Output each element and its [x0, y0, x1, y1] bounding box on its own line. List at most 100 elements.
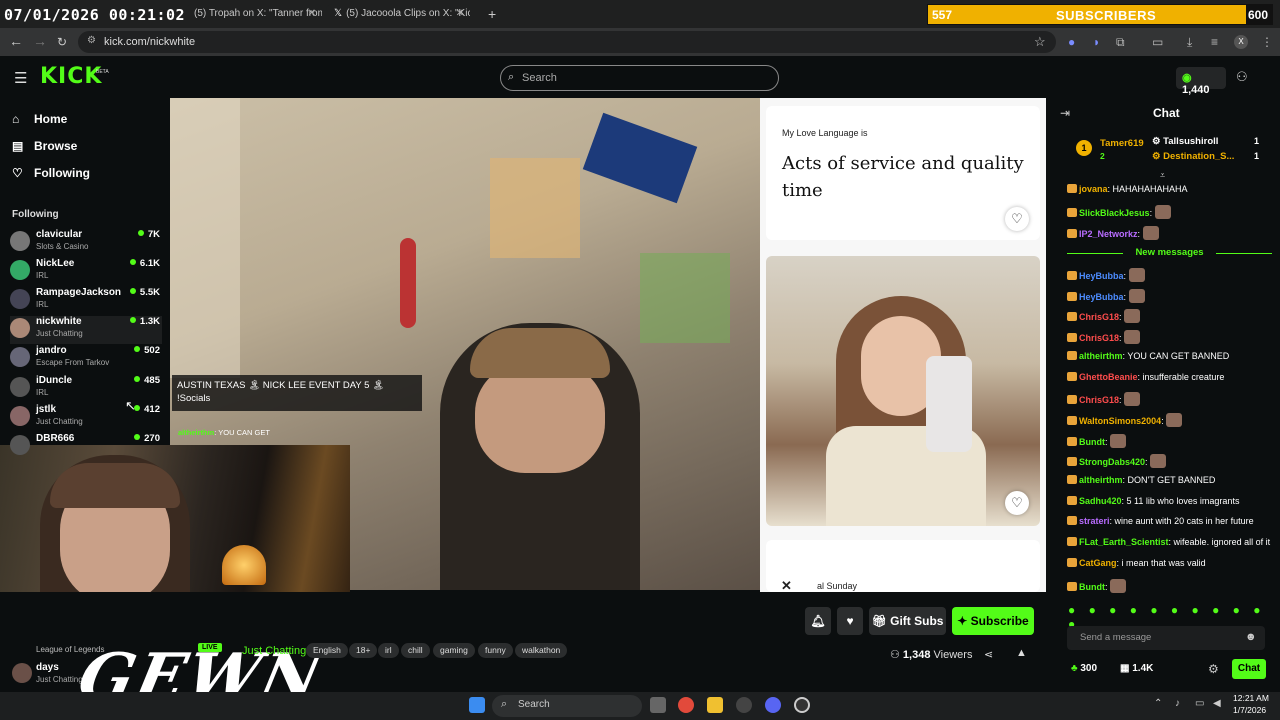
following-channel[interactable]: iDuncle IRL 485	[10, 375, 162, 403]
chat-message[interactable]: WaltonSimons2004:	[1067, 412, 1272, 427]
media-icon[interactable]: ≡	[1211, 35, 1218, 49]
stream-tag[interactable]: funny	[478, 643, 513, 658]
task-view-icon[interactable]	[650, 697, 666, 713]
new-messages-divider[interactable]: New messages	[1067, 247, 1272, 258]
chat-username[interactable]: GhettoBeanie	[1079, 372, 1138, 382]
chat-message[interactable]: altheirthm: YOU CAN GET BANNED	[1067, 350, 1272, 361]
sidebar-item-following[interactable]: ♡ Following	[12, 166, 90, 180]
chat-message[interactable]: strateri: wine aunt with 20 cats in her …	[1067, 516, 1272, 526]
clock-app-icon[interactable]	[794, 697, 810, 713]
chat-username[interactable]: StrongDabs420	[1079, 457, 1145, 467]
menu-dots-icon[interactable]: ⋮	[1261, 35, 1273, 49]
chat-username[interactable]: ChrisG18	[1079, 395, 1119, 405]
chat-message[interactable]: FLat_Earth_Scientist: wifeable. ignored …	[1067, 537, 1272, 547]
following-channel[interactable]: NickLee IRL 6.1K	[10, 258, 162, 286]
sidebar-item-home[interactable]: ⌂ Home	[12, 112, 67, 126]
chat-username[interactable]: jovana	[1079, 184, 1108, 194]
chevron-down-icon[interactable]: ⩡	[1160, 170, 1165, 181]
kicks-balance[interactable]: ◉ 1,440	[1176, 67, 1226, 96]
back-icon[interactable]: ←	[9, 33, 23, 49]
address-bar[interactable]	[78, 31, 1056, 53]
stream-tag[interactable]: walkathon	[515, 643, 568, 658]
chat-username[interactable]: Bundt	[1079, 437, 1105, 447]
chat-username[interactable]: IP2_Networkz	[1079, 229, 1138, 239]
chat-message[interactable]: ChrisG18:	[1067, 309, 1272, 324]
stream-tag[interactable]: English	[306, 643, 348, 658]
like-heart-icon[interactable]: ♡	[1005, 491, 1029, 515]
close-icon[interactable]: ✕	[308, 8, 316, 19]
sidebar-item-browse[interactable]: ▤ Browse	[12, 139, 77, 153]
network-icon[interactable]: ▭	[1195, 698, 1204, 709]
following-channel[interactable]: jandro Escape From Tarkov 502	[10, 345, 162, 373]
chat-message[interactable]: CatGang: i mean that was valid	[1067, 557, 1272, 568]
kick-logo[interactable]: KICK	[40, 64, 102, 89]
reload-icon[interactable]: ↻	[57, 35, 67, 49]
browser-tab[interactable]: 𝕏(5) Jacooola Clips on X: "Kick st ✕	[326, 4, 470, 26]
stream-category-link[interactable]: Just Chatting	[242, 645, 306, 657]
channel-points[interactable]: ♣ 300	[1071, 663, 1097, 674]
discord-icon[interactable]	[765, 697, 781, 713]
chat-username[interactable]: altheirthm	[1079, 351, 1123, 361]
stream-tag[interactable]: irl	[378, 643, 399, 658]
kicks-points[interactable]: ▦ 1.4K	[1120, 663, 1153, 674]
menu-icon[interactable]: ☰	[14, 69, 27, 87]
subscribe-button[interactable]: ✦ Subscribe	[952, 607, 1034, 635]
extension-icon[interactable]: ◗	[1093, 35, 1100, 49]
user-icon[interactable]: ⚇	[1236, 69, 1248, 85]
chat-username[interactable]: FLat_Earth_Scientist	[1079, 537, 1169, 547]
avatar[interactable]	[12, 663, 32, 683]
chrome-icon[interactable]	[678, 697, 694, 713]
chat-message[interactable]: ChrisG18:	[1067, 392, 1272, 407]
cast-icon[interactable]: ▭	[1152, 35, 1163, 49]
windows-start-icon[interactable]	[469, 697, 485, 713]
following-channel[interactable]: DBR666 270	[10, 433, 162, 461]
browser-tab[interactable]: (5) Tropah on X: "Tanner from th ✕	[186, 4, 322, 26]
following-channel[interactable]: jstlk Just Chatting 412	[10, 404, 162, 432]
profile-avatar-icon[interactable]: X	[1234, 35, 1248, 49]
notify-bell-button[interactable]: 🔔︎	[805, 607, 831, 635]
taskbar-search[interactable]	[492, 695, 642, 717]
chat-username[interactable]: WaltonSimons2004	[1079, 416, 1161, 426]
bookmark-star-icon[interactable]: ☆	[1034, 34, 1046, 50]
new-tab-icon[interactable]: +	[488, 6, 496, 22]
chat-send-button[interactable]: Chat	[1232, 659, 1266, 679]
chat-message[interactable]: ChrisG18:	[1067, 330, 1272, 345]
chat-username[interactable]: ChrisG18	[1079, 312, 1119, 322]
chat-username[interactable]: HeyBubba	[1079, 271, 1124, 281]
close-icon[interactable]: ✕	[456, 8, 464, 19]
extensions-puzzle-icon[interactable]: ⧉	[1116, 35, 1125, 50]
file-explorer-icon[interactable]	[707, 697, 723, 713]
report-icon[interactable]: ▲	[1016, 647, 1027, 659]
chat-message[interactable]: altheirthm: DON'T GET BANNED	[1067, 475, 1272, 485]
microphone-icon[interactable]: ♪	[1175, 698, 1180, 709]
follow-heart-button[interactable]: ♥	[837, 607, 863, 635]
share-icon[interactable]: ⋖	[984, 648, 993, 661]
following-channel[interactable]: clavicular Slots & Casino 7K	[10, 229, 162, 257]
app-icon[interactable]	[736, 697, 752, 713]
following-channel[interactable]: RampageJackson IRL 5.5K	[10, 287, 162, 315]
chat-message[interactable]: SlickBlackJesus:	[1067, 205, 1272, 219]
download-icon[interactable]: ⤓	[1187, 35, 1192, 50]
emoji-icon[interactable]: ☻	[1245, 631, 1257, 643]
chat-username[interactable]: altheirthm	[1079, 475, 1123, 485]
chat-username[interactable]: SlickBlackJesus	[1079, 208, 1150, 218]
leaderboard-user[interactable]: ⚙ Destination_S...	[1152, 151, 1234, 162]
sidebar-channel-name[interactable]: days	[36, 662, 59, 673]
chat-username[interactable]: CatGang	[1079, 558, 1117, 568]
chat-username[interactable]: HeyBubba	[1079, 292, 1124, 302]
stream-tag[interactable]: 18+	[349, 643, 378, 658]
leaderboard-user[interactable]: ⚙ Tallsushiroll	[1152, 136, 1218, 147]
chat-username[interactable]: strateri	[1079, 516, 1110, 526]
chat-message[interactable]: StrongDabs420:	[1067, 454, 1272, 469]
volume-icon[interactable]: ◀	[1213, 698, 1221, 709]
gift-subs-button[interactable]: 🎁︎ Gift Subs	[869, 607, 946, 635]
chat-message[interactable]: HeyBubba:	[1067, 288, 1272, 303]
site-info-icon[interactable]: ⚙	[87, 35, 96, 46]
chat-message[interactable]: GhettoBeanie: insufferable creature	[1067, 371, 1272, 382]
chat-message[interactable]: IP2_Networkz:	[1067, 226, 1272, 240]
leaderboard-user[interactable]: Tamer619	[1100, 138, 1144, 149]
chat-message[interactable]: HeyBubba:	[1067, 268, 1272, 282]
extension-icon[interactable]: ●	[1068, 35, 1075, 49]
forward-icon[interactable]: →	[33, 33, 47, 49]
chat-username[interactable]: ChrisG18	[1079, 333, 1119, 343]
